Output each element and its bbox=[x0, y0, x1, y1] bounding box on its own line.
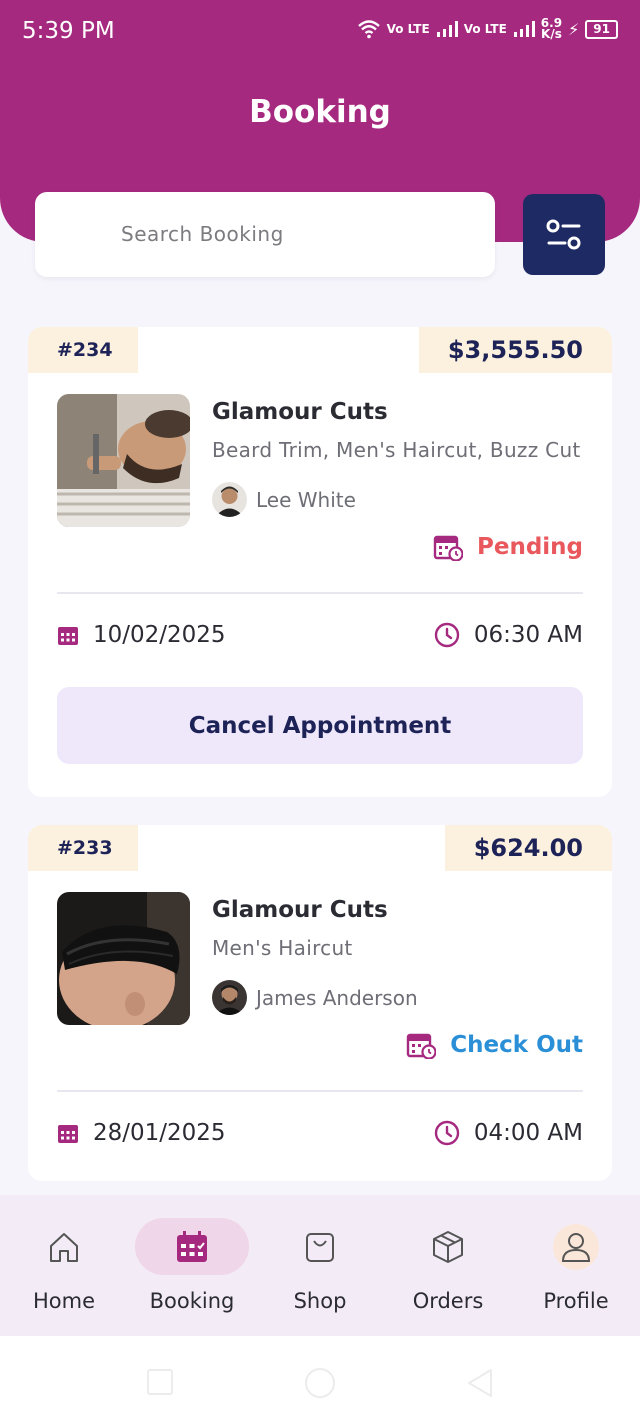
time-text: 04:00 AM bbox=[473, 1120, 583, 1146]
nav-item-home[interactable]: Home bbox=[0, 1195, 128, 1336]
shop-name: Glamour Cuts bbox=[212, 897, 388, 923]
shop-name: Glamour Cuts bbox=[212, 399, 388, 425]
cancel-appointment-button[interactable]: Cancel Appointment bbox=[57, 687, 583, 764]
date-text: 28/01/2025 bbox=[93, 1120, 226, 1146]
booking-id: #233 bbox=[28, 825, 138, 871]
back-icon[interactable] bbox=[466, 1367, 494, 1399]
nav-item-orders[interactable]: Orders bbox=[384, 1195, 512, 1336]
booking-card[interactable]: #234 $3,555.50 Glamour Cuts Beard Trim, … bbox=[28, 327, 612, 797]
service-list: Beard Trim, Men's Haircut, Buzz Cut bbox=[212, 438, 581, 462]
system-navigation-bar bbox=[0, 1336, 640, 1422]
avatar bbox=[212, 482, 247, 517]
wifi-icon bbox=[357, 20, 380, 39]
booking-time: 06:30 AM bbox=[434, 622, 583, 648]
divider bbox=[57, 1090, 583, 1092]
booking-price: $3,555.50 bbox=[418, 327, 612, 373]
service-image bbox=[57, 892, 190, 1025]
signal-icon bbox=[436, 21, 458, 37]
service-image bbox=[57, 394, 190, 527]
battery-icon: 91 bbox=[585, 19, 618, 39]
barber-name: Lee White bbox=[256, 487, 356, 512]
barber-info: Lee White bbox=[212, 482, 356, 517]
nav-item-booking[interactable]: Booking bbox=[128, 1195, 256, 1336]
status-text: Check Out bbox=[450, 1032, 583, 1058]
search-input[interactable] bbox=[121, 214, 481, 254]
filter-icon bbox=[546, 219, 581, 249]
nav-label: Shop bbox=[293, 1289, 347, 1313]
calendar-icon bbox=[58, 1125, 78, 1143]
network-1-label: Vo LTE bbox=[386, 21, 430, 36]
calendar-icon bbox=[58, 627, 78, 645]
page-title: Booking bbox=[249, 94, 391, 130]
clock-icon bbox=[434, 622, 460, 648]
barber-name: James Anderson bbox=[256, 985, 418, 1010]
recent-apps-icon[interactable] bbox=[147, 1369, 173, 1395]
avatar bbox=[212, 980, 247, 1015]
shopping-bag-icon bbox=[306, 1232, 334, 1262]
nav-label: Home bbox=[32, 1289, 95, 1313]
barber-info: James Anderson bbox=[212, 980, 418, 1015]
divider bbox=[57, 592, 583, 594]
status-bar: 5:39 PM Vo LTE Vo LTE 6.9 K/s ⚡ 91 bbox=[0, 0, 640, 66]
nav-label: Profile bbox=[543, 1289, 609, 1313]
time-text: 06:30 AM bbox=[473, 622, 583, 648]
clock-icon bbox=[434, 1120, 460, 1146]
search-bar[interactable] bbox=[35, 192, 495, 444]
status-icons: Vo LTE Vo LTE 6.9 K/s ⚡ 91 bbox=[357, 16, 618, 41]
booking-id: #234 bbox=[28, 327, 138, 373]
home-icon bbox=[50, 1232, 78, 1262]
booking-time: 04:00 AM bbox=[434, 1120, 583, 1146]
filter-button[interactable] bbox=[523, 194, 605, 275]
user-icon bbox=[561, 1232, 591, 1262]
date-text: 10/02/2025 bbox=[93, 622, 226, 648]
profile-avatar bbox=[553, 1223, 599, 1270]
nav-label: Orders bbox=[412, 1289, 484, 1313]
status-badge: Check Out bbox=[406, 1031, 583, 1059]
nav-item-shop[interactable]: Shop bbox=[256, 1195, 384, 1336]
booking-card[interactable]: #233 $624.00 Glamour Cuts Men's Haircut … bbox=[28, 825, 612, 1181]
booking-price: $624.00 bbox=[444, 825, 612, 871]
booking-date: 28/01/2025 bbox=[57, 1120, 226, 1146]
status-text: Pending bbox=[476, 534, 583, 560]
signal-icon bbox=[513, 21, 535, 37]
charging-icon: ⚡ bbox=[568, 19, 580, 39]
service-list: Men's Haircut bbox=[212, 936, 353, 960]
calendar-clock-icon bbox=[407, 1033, 437, 1059]
calendar-icon bbox=[177, 1230, 207, 1262]
home-button-icon[interactable] bbox=[304, 1367, 336, 1399]
bottom-navigation: Home Booking Shop Orders Profile bbox=[0, 1195, 640, 1336]
status-time: 5:39 PM bbox=[22, 18, 115, 44]
nav-item-profile[interactable]: Profile bbox=[512, 1195, 640, 1336]
calendar-clock-icon bbox=[433, 535, 463, 561]
network-2-label: Vo LTE bbox=[463, 21, 507, 36]
booking-date: 10/02/2025 bbox=[57, 622, 226, 648]
nav-label: Booking bbox=[149, 1289, 235, 1313]
network-speed: 6.9 K/s bbox=[540, 16, 563, 41]
box-icon bbox=[433, 1230, 463, 1263]
status-badge: Pending bbox=[433, 533, 583, 561]
